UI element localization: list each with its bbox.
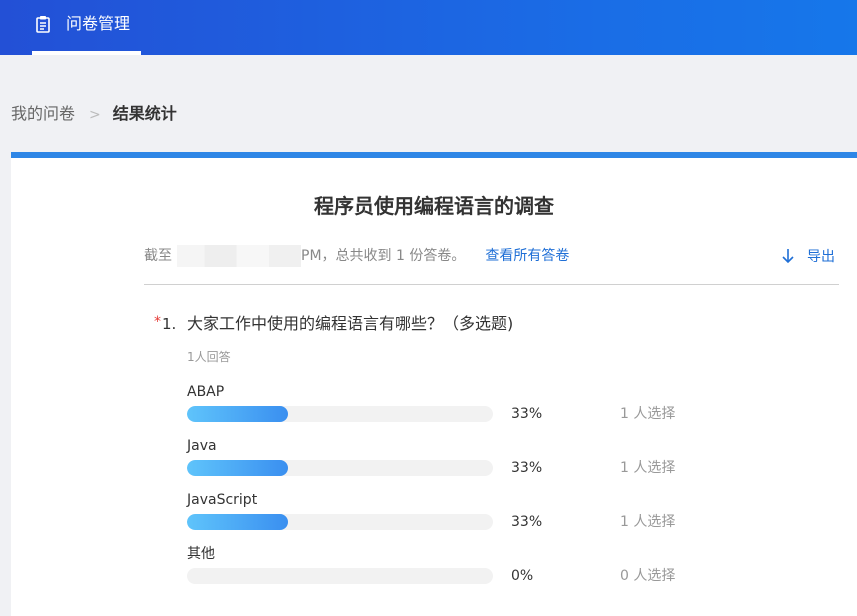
question-text: 大家工作中使用的编程语言有哪些？（多选题) xyxy=(187,314,514,333)
option-bar-track xyxy=(187,460,493,476)
option-bar-track xyxy=(187,568,493,584)
meta-suffix: PM，总共收到 1 份答卷。 xyxy=(301,248,466,264)
top-navigation-bar: 问卷管理 xyxy=(0,0,857,55)
option-count: 1 人选择 xyxy=(620,514,676,530)
option-bar-fill xyxy=(187,514,288,530)
meta-prefix: 截至 xyxy=(144,248,172,264)
question-number: 1. xyxy=(162,315,177,333)
option-percent: 33% xyxy=(511,406,543,422)
option-row: Java 33% 1 人选择 xyxy=(187,437,707,481)
breadcrumb-my-surveys[interactable]: 我的问卷 xyxy=(11,104,75,123)
option-bar-track xyxy=(187,406,493,422)
clipboard-icon xyxy=(34,15,52,33)
download-arrow-icon xyxy=(782,249,794,264)
answer-count: 1人回答 xyxy=(187,350,231,364)
option-bar-fill xyxy=(187,460,288,476)
option-bar-track xyxy=(187,514,493,530)
option-percent: 33% xyxy=(511,460,543,476)
option-row: 其他 0% 0 人选择 xyxy=(187,545,707,589)
survey-meta: 截至 PM，总共收到 1 份答卷。 查看所有答卷 xyxy=(144,245,569,267)
option-count: 1 人选择 xyxy=(620,406,676,422)
option-label: JavaScript xyxy=(187,492,258,508)
option-label: Java xyxy=(187,438,217,454)
redacted-timestamp xyxy=(177,245,301,267)
option-bar-fill xyxy=(187,406,288,422)
view-all-responses-link[interactable]: 查看所有答卷 xyxy=(485,245,569,267)
breadcrumb: 我的问卷 > 结果统计 xyxy=(11,103,177,125)
option-label: 其他 xyxy=(187,546,215,562)
nav-tab-survey-management[interactable]: 问卷管理 xyxy=(32,0,141,55)
option-count: 1 人选择 xyxy=(620,460,676,476)
nav-tab-label: 问卷管理 xyxy=(66,14,131,33)
option-percent: 0% xyxy=(511,568,534,584)
export-label: 导出 xyxy=(807,249,835,265)
option-row: JavaScript 33% 1 人选择 xyxy=(187,491,707,535)
survey-title: 程序员使用编程语言的调查 xyxy=(314,194,554,218)
option-row: ABAP 33% 1 人选择 xyxy=(187,383,707,427)
breadcrumb-separator: > xyxy=(89,107,101,123)
option-label: ABAP xyxy=(187,384,225,400)
results-card: 程序员使用编程语言的调查 截至 PM，总共收到 1 份答卷。 查看所有答卷 导出 *… xyxy=(11,152,857,616)
option-count: 0 人选择 xyxy=(620,568,676,584)
export-button[interactable]: 导出 xyxy=(781,245,835,267)
required-mark: * xyxy=(154,314,161,330)
option-percent: 33% xyxy=(511,514,543,530)
divider xyxy=(144,284,839,285)
breadcrumb-current: 结果统计 xyxy=(112,104,177,123)
